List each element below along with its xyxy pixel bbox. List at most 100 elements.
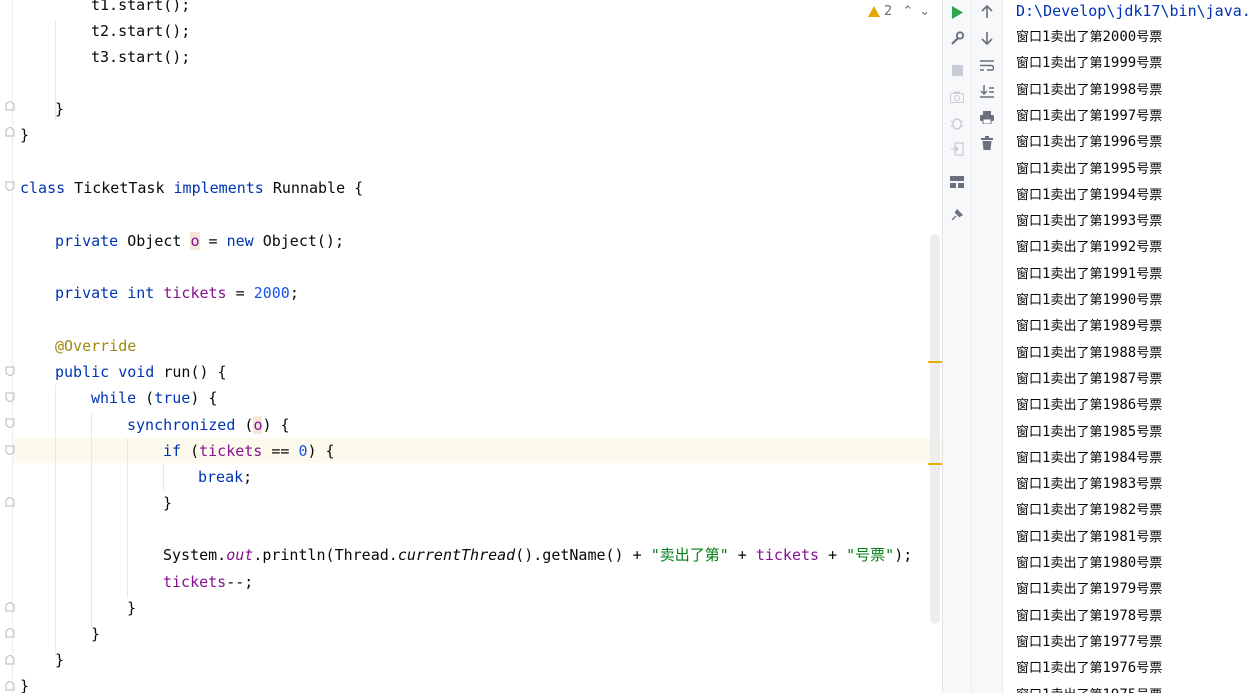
- console-line-suffix: 号票: [1136, 398, 1163, 414]
- fold-marker-icon[interactable]: [5, 655, 15, 665]
- code-text: ) {: [190, 389, 218, 407]
- console-line-text: 卖出了第: [1050, 345, 1103, 361]
- inspection-widget[interactable]: 2 ⌃ ⌄: [868, 2, 930, 20]
- keyword: while: [91, 389, 137, 407]
- warning-stripe-marker[interactable]: [928, 361, 942, 363]
- warning-icon: [868, 5, 880, 17]
- wrench-icon[interactable]: [947, 28, 967, 48]
- keyword: private: [55, 284, 119, 302]
- fold-marker-icon[interactable]: [5, 418, 15, 428]
- console-line-prefix: 窗口: [1016, 398, 1043, 414]
- console-line-text: 卖出了第: [1050, 82, 1103, 98]
- static-method: currentThread: [397, 546, 516, 564]
- run-toolbar-secondary: [971, 0, 1002, 693]
- console-line: 窗口1卖出了第1978号票: [1016, 603, 1162, 629]
- fold-marker-icon[interactable]: [5, 681, 15, 691]
- console-line-prefix: 窗口: [1016, 319, 1043, 335]
- console-line: 窗口1卖出了第1975号票: [1016, 682, 1162, 693]
- fold-marker-icon[interactable]: [5, 127, 15, 137]
- debug-icon[interactable]: [947, 113, 967, 133]
- code-text: );: [894, 546, 913, 564]
- ticket-number: 1981: [1102, 528, 1137, 545]
- ticket-number: 1989: [1102, 318, 1137, 335]
- layout-icon[interactable]: [947, 172, 967, 192]
- stop-icon[interactable]: [947, 60, 967, 80]
- editor-scrollbar[interactable]: [930, 234, 940, 624]
- console-line: 窗口1卖出了第1982号票: [1016, 497, 1162, 523]
- arrow-up-icon[interactable]: [977, 2, 997, 22]
- annotation: @Override: [55, 337, 137, 355]
- fold-marker-icon[interactable]: [5, 628, 15, 638]
- scroll-to-end-icon[interactable]: [977, 81, 997, 101]
- ticket-number: 1983: [1102, 476, 1137, 493]
- print-icon[interactable]: [977, 107, 997, 127]
- fold-marker-icon[interactable]: [5, 602, 15, 612]
- fold-marker-icon[interactable]: [5, 497, 15, 507]
- code-text: }: [91, 625, 101, 643]
- code-text: Object();: [253, 232, 344, 250]
- console-line-suffix: 号票: [1136, 240, 1163, 256]
- code-line-current[interactable]: if (tickets == 0) {: [163, 438, 335, 464]
- fold-marker-icon[interactable]: [5, 392, 15, 402]
- console-line-suffix: 号票: [1136, 319, 1163, 335]
- pin-icon[interactable]: [947, 205, 967, 225]
- operator: ==: [271, 442, 290, 460]
- fold-marker-icon[interactable]: [5, 445, 15, 455]
- code-line: t1.start();: [91, 0, 190, 18]
- code-line: break;: [198, 464, 252, 490]
- code-line: @Override: [55, 333, 136, 359]
- console-line: 窗口1卖出了第1994号票: [1016, 182, 1162, 208]
- console-line-prefix: 窗口: [1016, 82, 1043, 98]
- console-line-prefix: 窗口: [1016, 661, 1043, 677]
- code-line: while (true) {: [91, 385, 217, 411]
- console-line: 窗口1卖出了第1993号票: [1016, 208, 1162, 234]
- console-line: 窗口1卖出了第1989号票: [1016, 313, 1162, 339]
- code-line: }: [127, 595, 136, 621]
- console-line-suffix: 号票: [1136, 556, 1163, 571]
- console-line: 窗口1卖出了第1996号票: [1016, 129, 1162, 155]
- console-line-text: 卖出了第: [1050, 503, 1103, 519]
- console-line-prefix: 窗口: [1016, 266, 1043, 282]
- keyword: synchronized: [127, 416, 236, 434]
- string-literal: "卖出了第": [650, 546, 729, 564]
- console-line-prefix: 窗口: [1016, 608, 1043, 624]
- console-line-text: 卖出了第: [1050, 240, 1103, 256]
- code-line: }: [163, 490, 172, 516]
- trash-icon[interactable]: [977, 133, 997, 153]
- arrow-down-icon[interactable]: [977, 28, 997, 48]
- console-line-text: 卖出了第: [1050, 319, 1103, 335]
- code-text: (: [136, 389, 155, 407]
- console-command-line[interactable]: D:\Develop\jdk17\bin\java.e: [1016, 0, 1248, 24]
- camera-icon[interactable]: [947, 87, 967, 107]
- console-line-prefix: 窗口: [1016, 240, 1043, 256]
- run-icon[interactable]: [947, 2, 967, 22]
- code-text: }: [20, 126, 30, 144]
- code-text: ().getName() +: [515, 546, 651, 564]
- ticket-number: 1992: [1102, 239, 1137, 256]
- console-line-suffix: 号票: [1136, 135, 1163, 151]
- keyword: implements: [173, 179, 264, 197]
- console-line: 窗口1卖出了第1979号票: [1016, 576, 1162, 602]
- chevron-up-icon[interactable]: ⌃: [902, 4, 913, 19]
- console-output[interactable]: D:\Develop\jdk17\bin\java.e 窗口1卖出了第2000号…: [1002, 0, 1248, 693]
- soft-wrap-icon[interactable]: [977, 55, 997, 75]
- chevron-down-icon[interactable]: ⌄: [919, 4, 930, 19]
- ticket-number: 1982: [1102, 502, 1137, 519]
- fold-marker-icon[interactable]: [5, 366, 15, 376]
- ticket-number: 1993: [1102, 213, 1137, 230]
- warning-stripe-marker[interactable]: [928, 463, 942, 465]
- code-text: }: [55, 100, 65, 118]
- fold-marker-icon[interactable]: [5, 181, 15, 191]
- console-line-prefix: 窗口: [1016, 135, 1043, 151]
- fold-marker-icon[interactable]: [5, 101, 15, 111]
- code-line: private Object o = new Object();: [55, 228, 344, 254]
- login-icon[interactable]: [947, 139, 967, 159]
- string-literal: "号票": [846, 546, 895, 564]
- console-line-suffix: 号票: [1136, 345, 1163, 361]
- console-line-text: 卖出了第: [1050, 30, 1103, 45]
- code-editor[interactable]: t1.start(); t2.start(); t3.start(); } } …: [0, 0, 942, 693]
- console-line-suffix: 号票: [1136, 214, 1163, 230]
- ticket-number: 1977: [1102, 633, 1137, 650]
- console-line-text: 卖出了第: [1050, 398, 1103, 414]
- field-name: o: [190, 232, 200, 250]
